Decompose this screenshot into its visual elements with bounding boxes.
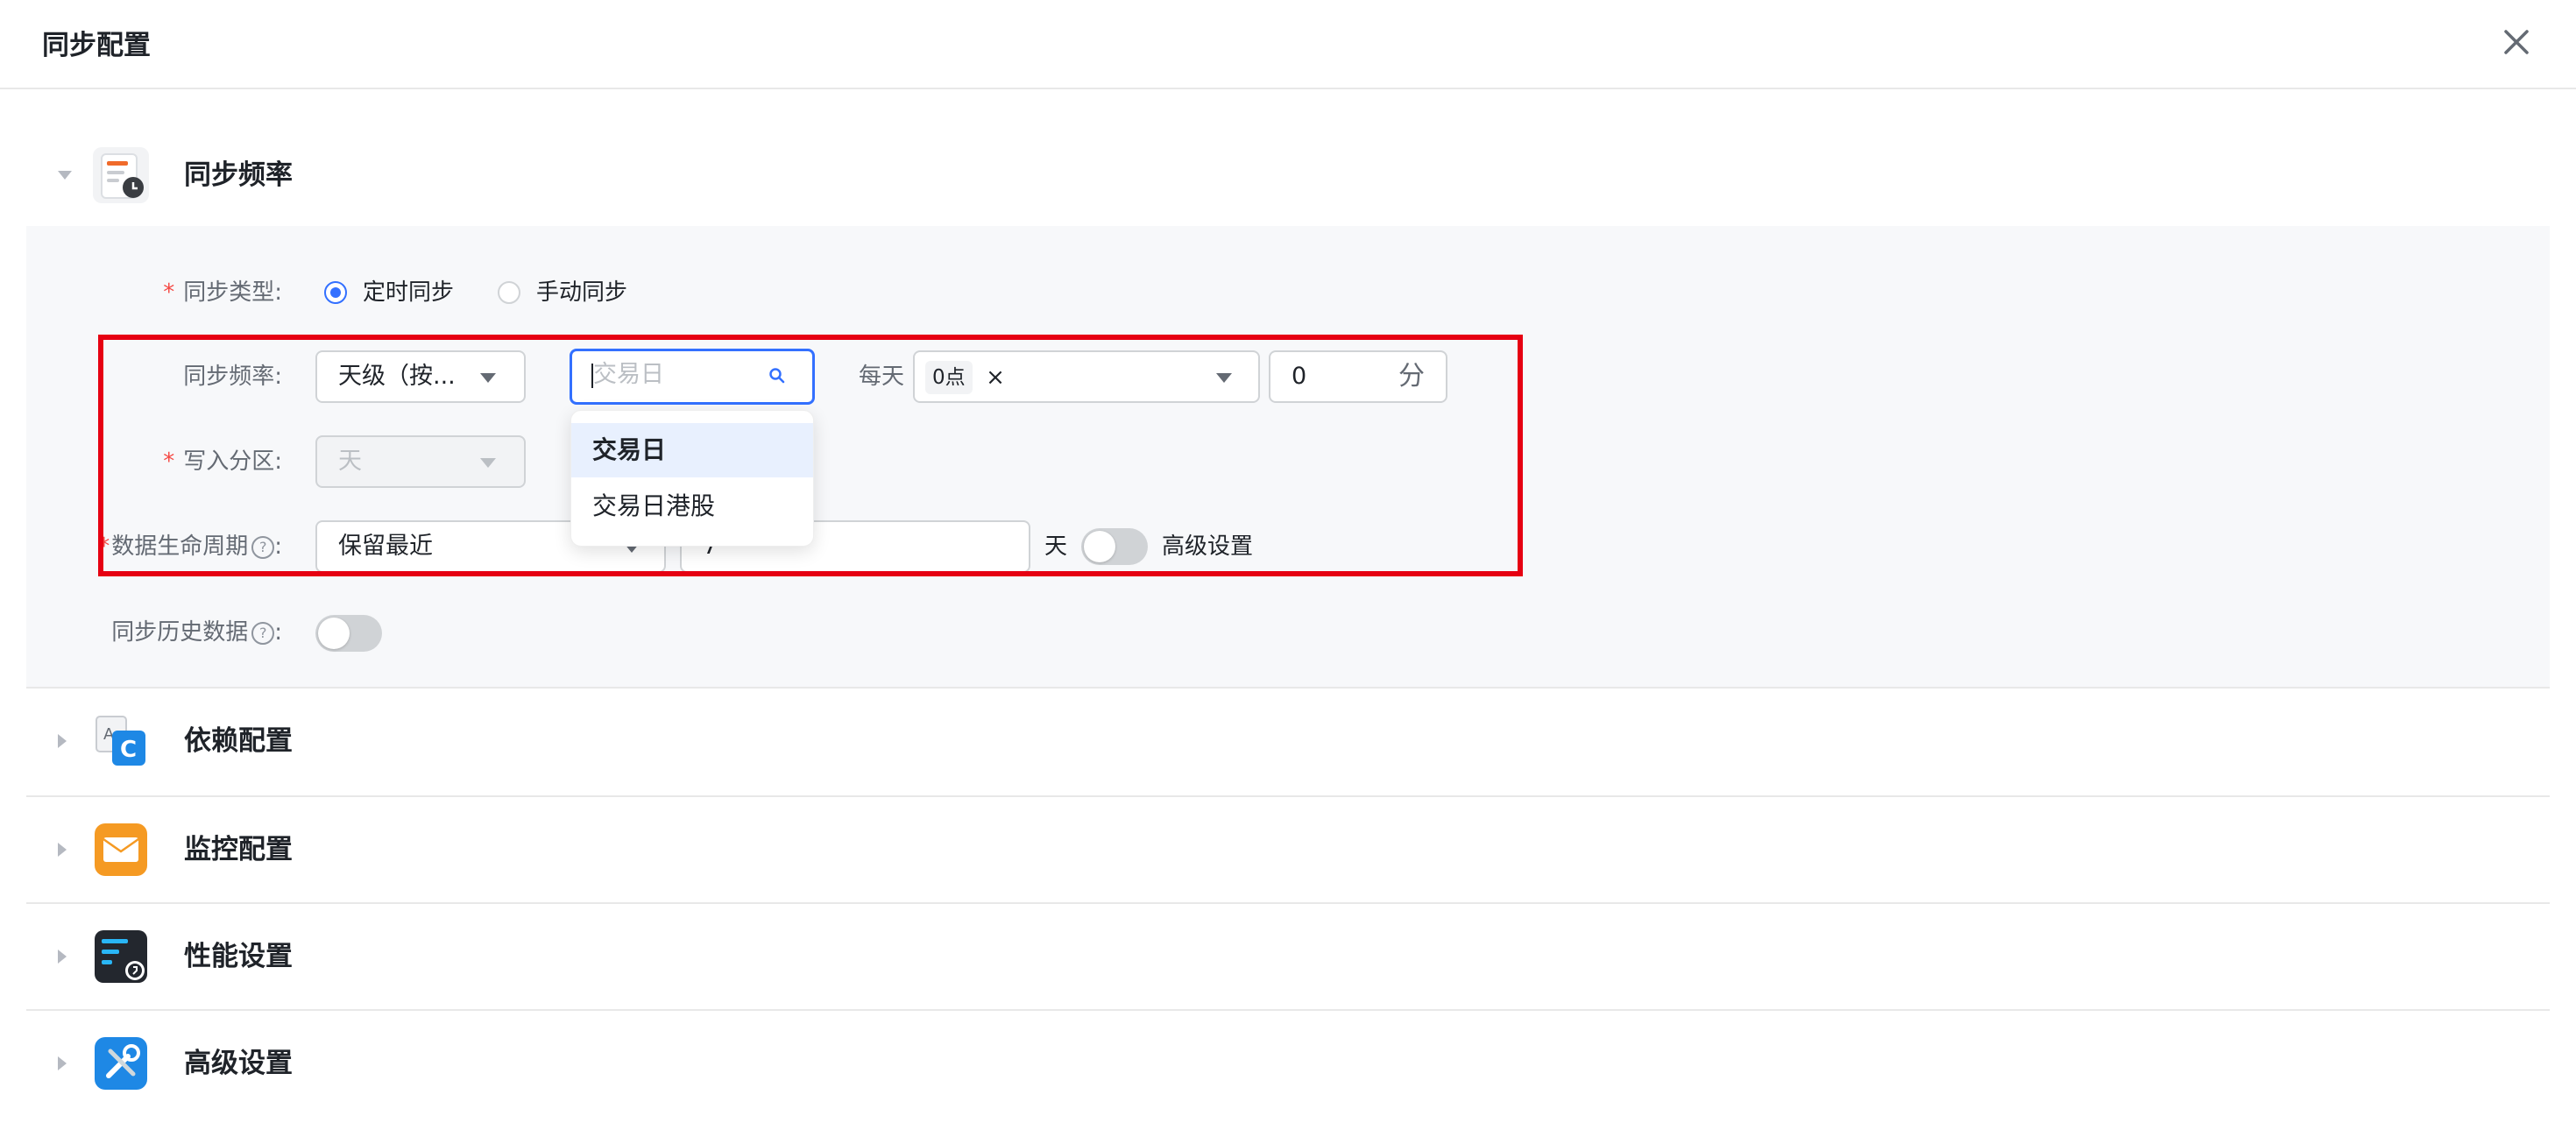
tools-icon [95, 1037, 147, 1090]
chevron-down-icon[interactable] [58, 171, 72, 180]
svg-text:C: C [120, 737, 137, 763]
close-icon[interactable] [2497, 23, 2536, 61]
highlight-annotation-box [98, 335, 1523, 576]
history-label: 同步历史数据?: [111, 619, 282, 646]
section-advanced-header[interactable]: 高级设置 [26, 1011, 2550, 1116]
radio-manual-sync[interactable] [498, 281, 520, 304]
schedule-doc-icon [93, 147, 149, 203]
chevron-right-icon[interactable] [58, 1056, 67, 1070]
section-title: 依赖配置 [184, 725, 293, 757]
dialog-title: 同步配置 [42, 30, 151, 61]
section-monitoring-header[interactable]: 监控配置 [26, 797, 2550, 902]
dialog-header: 同步配置 [0, 0, 2576, 89]
radio-scheduled-sync[interactable] [324, 281, 347, 304]
radio-manual-sync-label[interactable]: 手动同步 [536, 275, 627, 310]
chevron-right-icon[interactable] [58, 950, 67, 964]
chevron-right-icon[interactable] [58, 843, 67, 857]
history-sync-switch[interactable] [315, 615, 382, 652]
section-title: 性能设置 [184, 941, 293, 972]
performance-icon [95, 930, 147, 983]
sync-type-label: * 同步类型: [163, 279, 282, 306]
section-sync-frequency-header[interactable]: 同步频率 [26, 123, 2550, 228]
section-title: 同步频率 [184, 159, 293, 191]
dependency-icon: A C [96, 716, 145, 766]
section-title: 监控配置 [184, 834, 293, 865]
help-icon[interactable]: ? [251, 621, 275, 645]
radio-scheduled-sync-label[interactable]: 定时同步 [363, 275, 454, 310]
mail-icon [95, 823, 147, 876]
section-title: 高级设置 [184, 1048, 293, 1079]
chevron-right-icon[interactable] [58, 734, 67, 748]
section-dependency-header[interactable]: A C 依赖配置 [26, 689, 2550, 794]
section-performance-header[interactable]: 性能设置 [26, 904, 2550, 1009]
